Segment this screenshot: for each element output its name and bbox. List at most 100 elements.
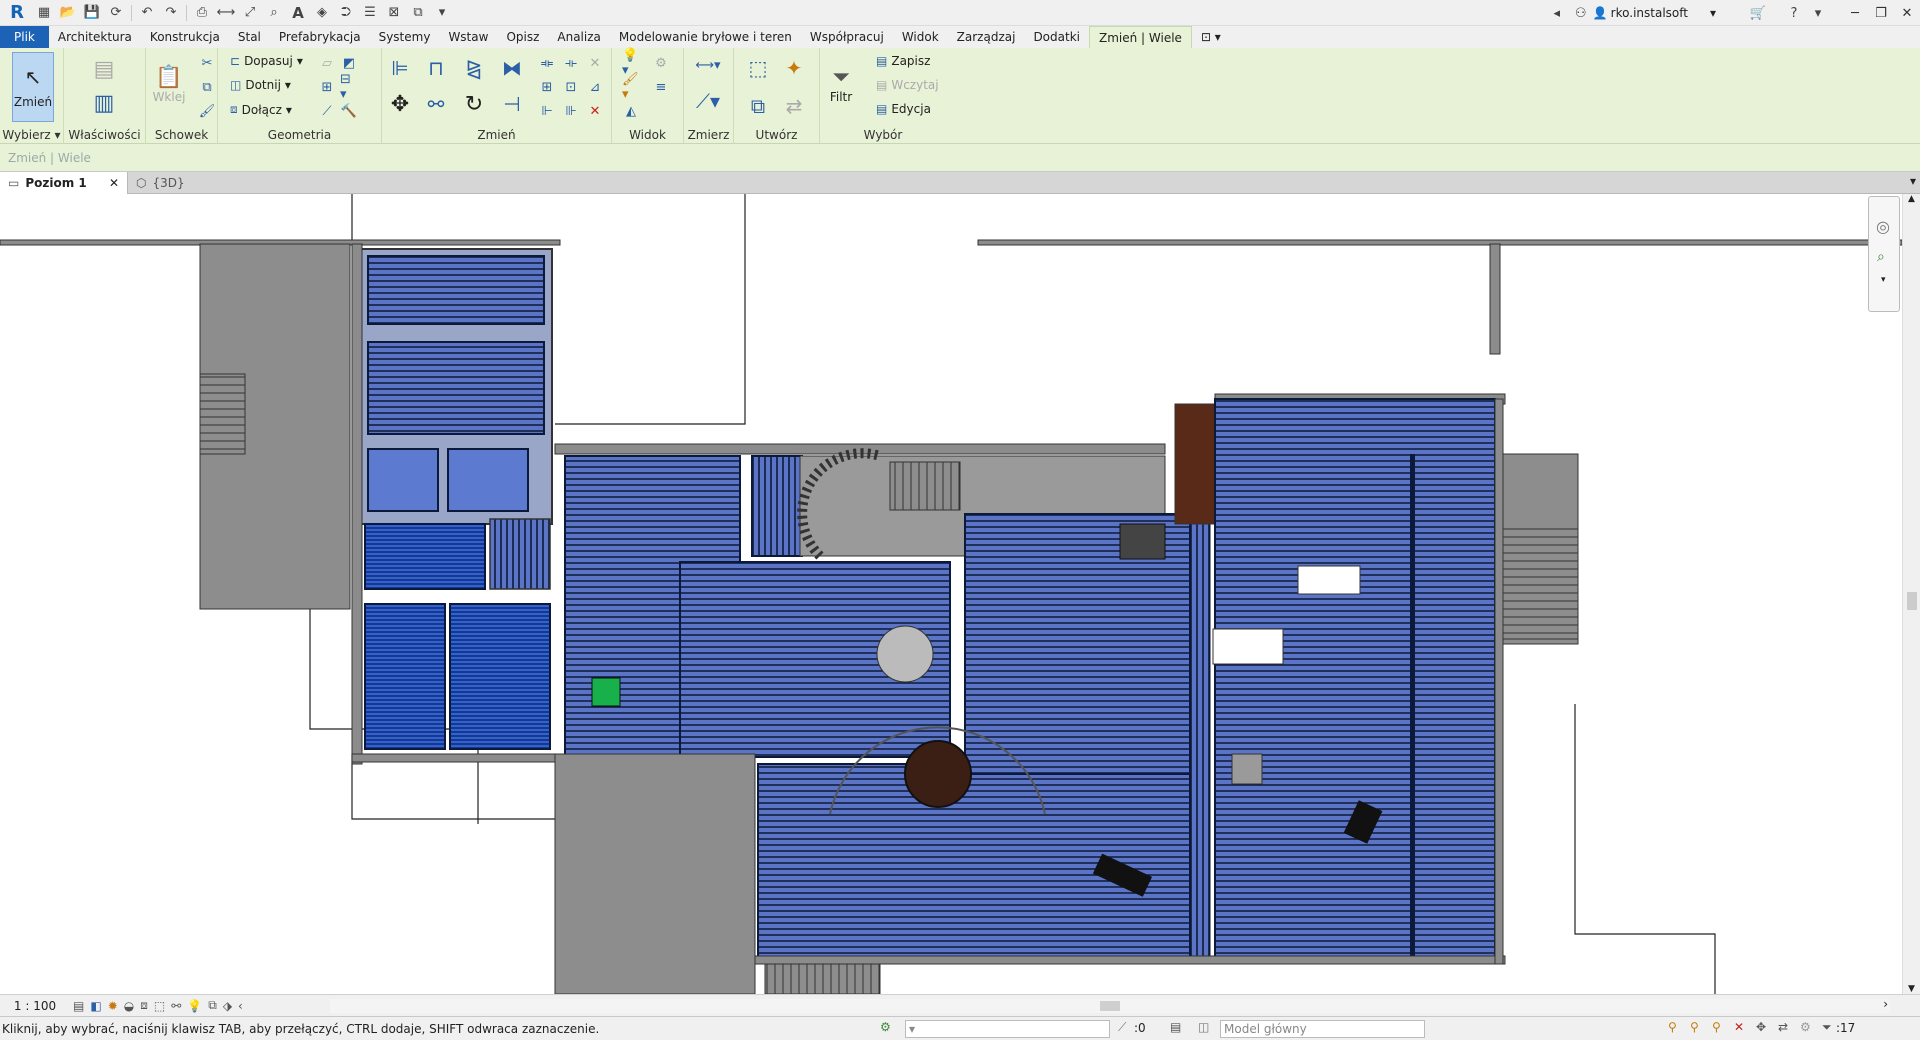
view-scale[interactable]: 1 : 100	[0, 999, 70, 1013]
help-icon[interactable]: ?	[1784, 3, 1804, 23]
minimize-icon[interactable]: ─	[1842, 0, 1868, 26]
vertical-scroll-thumb[interactable]	[1907, 592, 1917, 610]
crop-view-icon[interactable]: ⧈	[140, 998, 148, 1013]
print-icon[interactable]: ⎙	[192, 3, 212, 23]
measure-icon[interactable]: ⟷	[216, 3, 236, 23]
steering-wheel-icon[interactable]: ◎	[1876, 217, 1890, 236]
undo-icon[interactable]: ↶	[137, 3, 157, 23]
tab-systems[interactable]: Systemy	[370, 26, 440, 48]
create-parts-icon[interactable]: ✦	[780, 54, 808, 82]
tab-view[interactable]: Widok	[893, 26, 948, 48]
chevron-down-icon[interactable]: ▾	[1881, 275, 1886, 285]
cut-icon[interactable]: ✂	[198, 54, 216, 72]
zoom-icon[interactable]: ⌕	[1877, 249, 1885, 265]
brush-icon[interactable]: 🖌▾	[622, 72, 640, 102]
tab-addins[interactable]: Dodatki	[1024, 26, 1089, 48]
restore-icon[interactable]: ❐	[1868, 0, 1894, 26]
linework-icon[interactable]: ⟋	[318, 102, 336, 120]
drawing-canvas[interactable]	[0, 194, 1902, 994]
select-dropdown[interactable]: Wybierz ▾	[0, 128, 63, 142]
pin-icon[interactable]: ⊿	[586, 78, 604, 96]
analytical-model-icon[interactable]: ⬗	[223, 999, 232, 1013]
tab-collaborate[interactable]: Współpracuj	[801, 26, 893, 48]
measure-between-icon[interactable]: ⟷▾	[688, 56, 728, 74]
drag-elements-icon[interactable]: ✥	[1756, 1020, 1766, 1034]
3d-view-icon[interactable]: ◈	[312, 3, 332, 23]
horizontal-scrollbar[interactable]: ›	[330, 997, 1890, 1013]
unpin-icon[interactable]: ✕	[586, 54, 604, 72]
select-by-face-icon[interactable]: ✕	[1734, 1020, 1744, 1034]
hide-bulb-icon[interactable]: 💡▾	[622, 48, 640, 78]
home-icon[interactable]: ▦	[34, 3, 54, 23]
paste-button[interactable]: 📋 Wklej	[153, 54, 186, 114]
cart-icon[interactable]: 🛒	[1748, 3, 1768, 23]
chevron-left-icon[interactable]: ◂	[1547, 3, 1567, 23]
mirror-draw-axis-icon[interactable]: ⧓	[498, 54, 526, 82]
split-gap-icon[interactable]: ⟛	[562, 54, 580, 72]
close-icon[interactable]: ✕	[1894, 0, 1920, 26]
close-icon[interactable]: ✕	[109, 176, 119, 190]
tab-structure[interactable]: Konstrukcja	[141, 26, 229, 48]
cut-geometry-button[interactable]: ◫ Dotnij ▾	[230, 78, 291, 92]
show-crop-icon[interactable]: ⬚	[154, 999, 165, 1013]
select-underlay-icon[interactable]: ⚲	[1690, 1020, 1699, 1034]
align-icon[interactable]: ⊫	[386, 54, 414, 82]
panel-dropdown-icon[interactable]: ⊡ ▾	[1192, 26, 1230, 48]
split-icon[interactable]: ⟚	[538, 54, 556, 72]
tab-manage[interactable]: Zarządzaj	[948, 26, 1025, 48]
save-selection-button[interactable]: ▤ Zapisz	[876, 54, 930, 68]
tab-fabrication[interactable]: Prefabrykacja	[270, 26, 370, 48]
shadows-icon[interactable]: ◒	[124, 999, 134, 1013]
scroll-left-icon[interactable]: ‹	[238, 999, 243, 1013]
properties-icon[interactable]: ▥	[89, 88, 119, 118]
split-face-icon[interactable]: ▱	[318, 54, 336, 72]
worksets-icon[interactable]: ⚙	[880, 1020, 891, 1034]
background-process-icon[interactable]: ⇄	[1778, 1020, 1788, 1034]
tab-architecture[interactable]: Architektura	[49, 26, 141, 48]
tab-insert[interactable]: Wstaw	[439, 26, 497, 48]
demolish-icon[interactable]: ⊟ ▾	[340, 72, 358, 102]
revit-logo-icon[interactable]: R	[6, 2, 28, 24]
elements-icon[interactable]: ◭	[622, 102, 640, 120]
scroll-up-icon[interactable]: ▲	[1903, 194, 1920, 204]
filter-status-icon[interactable]: ⏷	[1822, 1020, 1832, 1035]
tab-modify-multiple[interactable]: Zmień | Wiele	[1088, 26, 1192, 48]
rotate-icon[interactable]: ↻	[460, 90, 488, 118]
type-properties-icon[interactable]: ▤	[89, 54, 119, 84]
section-icon[interactable]: ⮊	[336, 3, 356, 23]
floor-plan-drawing[interactable]	[0, 194, 1902, 994]
horizontal-scroll-thumb[interactable]	[1100, 1001, 1120, 1011]
vertical-scrollbar[interactable]: ▲ ▼	[1902, 194, 1920, 994]
join-button[interactable]: ⧈ Dołącz ▾	[230, 102, 292, 117]
tabs-dropdown-icon[interactable]: ▾	[1910, 174, 1916, 188]
switch-windows-icon[interactable]: ⧉	[408, 3, 428, 23]
create-assembly-icon[interactable]: ⬚	[744, 54, 772, 82]
mirror-pick-axis-icon[interactable]: ⧎	[460, 54, 488, 82]
view-tab-3d[interactable]: ⬡ {3D}	[128, 172, 193, 194]
move-icon[interactable]: ✥	[386, 90, 414, 118]
view-tab-level1[interactable]: ▭ Poziom 1 ✕	[0, 171, 128, 194]
settings-gear-icon[interactable]: ⚙	[1800, 1020, 1811, 1034]
match-type-icon[interactable]: 🖌	[198, 102, 216, 120]
select-links-icon[interactable]: ⚲	[1668, 1020, 1677, 1034]
linework-view-icon[interactable]: ≡	[652, 78, 670, 96]
similar-icon[interactable]: ⇄	[780, 92, 808, 120]
user-account[interactable]: 👤 rko.instalsoft ▾	[1593, 6, 1716, 20]
save-icon[interactable]: 💾	[82, 3, 102, 23]
dimension-line-icon[interactable]: ⟋▾	[688, 89, 728, 113]
design-options-icon[interactable]: ▤	[1170, 1020, 1181, 1034]
wall-joins-icon[interactable]: ⊞	[318, 78, 336, 96]
tag-icon[interactable]: ⌕	[264, 3, 284, 23]
scale-icon[interactable]: ⊡	[562, 78, 580, 96]
sun-path-icon[interactable]: ✹	[108, 999, 118, 1013]
reveal-hidden-icon[interactable]: 💡	[187, 999, 202, 1013]
chevron-down-icon[interactable]: ▾	[1808, 3, 1828, 23]
modify-button[interactable]: ↖ Zmień	[12, 52, 54, 122]
workset-select[interactable]: ▾	[905, 1020, 1110, 1038]
tab-massing-site[interactable]: Modelowanie bryłowe i teren	[610, 26, 801, 48]
scroll-down-icon[interactable]: ▼	[1903, 984, 1920, 994]
dimension-icon[interactable]: ⤢	[240, 3, 260, 23]
copy-element-icon[interactable]: ⚯	[422, 90, 450, 118]
trim-multiple-icon[interactable]: ⊪	[562, 102, 580, 120]
customize-qat-icon[interactable]: ▾	[432, 3, 452, 23]
